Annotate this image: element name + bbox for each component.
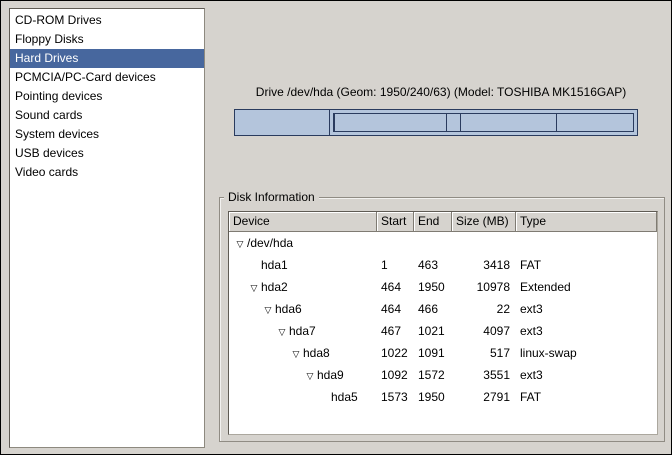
device-cell: ▽hda6 — [229, 298, 377, 320]
tree-expander-icon[interactable]: ▽ — [247, 277, 261, 298]
end-cell: 1950 — [414, 386, 452, 408]
tree-indent — [233, 400, 317, 401]
type-cell: FAT — [516, 386, 657, 408]
end-cell: 463 — [414, 254, 452, 276]
disk-information-frame: Disk Information Device Start End Size (… — [219, 197, 665, 442]
size-cell: 22 — [452, 298, 516, 320]
start-cell — [377, 232, 414, 254]
tree-indent — [233, 356, 289, 357]
end-cell: 1572 — [414, 364, 452, 386]
disk-information-table: Device Start End Size (MB) Type ▽/dev/hd… — [228, 211, 658, 435]
tree-indent — [233, 290, 247, 291]
sidebar-item-sound-cards[interactable]: Sound cards — [10, 106, 204, 125]
sidebar-item-usb-devices[interactable]: USB devices — [10, 144, 204, 163]
start-cell: 464 — [377, 298, 414, 320]
end-cell: 1091 — [414, 342, 452, 364]
device-cell: hda5 — [229, 386, 377, 408]
tree-indent — [233, 312, 261, 313]
type-cell: linux-swap — [516, 342, 657, 364]
column-header-size[interactable]: Size (MB) — [452, 212, 516, 232]
type-cell: ext3 — [516, 320, 657, 342]
device-cell: ▽hda8 — [229, 342, 377, 364]
table-header-row: Device Start End Size (MB) Type — [229, 212, 657, 232]
tree-indent — [233, 334, 275, 335]
table-row[interactable]: ▽hda9109215723551ext3 — [229, 364, 657, 386]
table-body: ▽/dev/hdahda114633418FAT▽hda246419501097… — [229, 232, 657, 408]
start-cell: 467 — [377, 320, 414, 342]
device-name: hda7 — [289, 324, 316, 338]
table-row[interactable]: ▽hda810221091517linux-swap — [229, 342, 657, 364]
end-cell — [414, 232, 452, 254]
type-cell: ext3 — [516, 298, 657, 320]
device-name: hda2 — [261, 280, 288, 294]
table-row[interactable]: ▽hda746710214097ext3 — [229, 320, 657, 342]
type-cell: FAT — [516, 254, 657, 276]
column-header-end[interactable]: End — [414, 212, 452, 232]
device-name: hda9 — [317, 368, 344, 382]
hardware-browser-window: CD-ROM DrivesFloppy DisksHard DrivesPCMC… — [0, 0, 672, 455]
type-cell: Extended — [516, 276, 657, 298]
size-cell: 10978 — [452, 276, 516, 298]
sidebar-item-cd-rom-drives[interactable]: CD-ROM Drives — [10, 11, 204, 30]
tree-indent — [233, 268, 247, 269]
size-cell: 517 — [452, 342, 516, 364]
table-row[interactable]: hda5 157319502791FAT — [229, 386, 657, 408]
tree-expander-icon[interactable]: ▽ — [289, 343, 303, 364]
device-name: /dev/hda — [247, 236, 293, 250]
device-name: hda6 — [275, 302, 302, 316]
size-cell — [452, 232, 516, 254]
tree-expander-icon[interactable]: ▽ — [303, 365, 317, 386]
device-cell: ▽hda2 — [229, 276, 377, 298]
device-name: hda5 — [331, 390, 358, 404]
type-cell: ext3 — [516, 364, 657, 386]
sidebar-item-floppy-disks[interactable]: Floppy Disks — [10, 30, 204, 49]
partition-bar — [234, 109, 638, 136]
partition-segment-hda7 — [335, 114, 446, 131]
partition-segment-extended — [330, 110, 637, 135]
tree-indent — [233, 378, 303, 379]
device-cell: ▽/dev/hda — [229, 232, 377, 254]
end-cell: 1950 — [414, 276, 452, 298]
sidebar-item-hard-drives[interactable]: Hard Drives — [10, 49, 204, 68]
tree-expander-icon[interactable]: ▽ — [261, 299, 275, 320]
sidebar-item-system-devices[interactable]: System devices — [10, 125, 204, 144]
tree-expander-icon[interactable]: ▽ — [275, 321, 289, 342]
device-name: hda8 — [303, 346, 330, 360]
start-cell: 1022 — [377, 342, 414, 364]
partition-segment-hda5 — [557, 114, 633, 131]
size-cell: 4097 — [452, 320, 516, 342]
size-cell: 3418 — [452, 254, 516, 276]
partition-segment-primary — [235, 110, 330, 135]
table-row[interactable]: hda1 14633418FAT — [229, 254, 657, 276]
device-cell: ▽hda9 — [229, 364, 377, 386]
start-cell: 1092 — [377, 364, 414, 386]
column-header-type[interactable]: Type — [516, 212, 657, 232]
start-cell: 1573 — [377, 386, 414, 408]
sidebar-item-video-cards[interactable]: Video cards — [10, 163, 204, 182]
device-category-list[interactable]: CD-ROM DrivesFloppy DisksHard DrivesPCMC… — [9, 8, 205, 448]
device-name: hda1 — [261, 258, 288, 272]
table-row[interactable]: ▽hda2464195010978Extended — [229, 276, 657, 298]
partition-segment-hda9 — [461, 114, 557, 131]
table-row[interactable]: ▽hda646446622ext3 — [229, 298, 657, 320]
size-cell: 3551 — [452, 364, 516, 386]
tree-expander-icon[interactable]: ▽ — [233, 233, 247, 254]
logical-partitions-wrap — [333, 113, 634, 132]
start-cell: 464 — [377, 276, 414, 298]
type-cell — [516, 232, 657, 254]
column-header-start[interactable]: Start — [377, 212, 414, 232]
partition-segment-hda8 — [447, 114, 461, 131]
sidebar-item-pointing-devices[interactable]: Pointing devices — [10, 87, 204, 106]
column-header-device[interactable]: Device — [229, 212, 377, 232]
device-cell: ▽hda7 — [229, 320, 377, 342]
end-cell: 1021 — [414, 320, 452, 342]
device-cell: hda1 — [229, 254, 377, 276]
size-cell: 2791 — [452, 386, 516, 408]
end-cell: 466 — [414, 298, 452, 320]
table-row[interactable]: ▽/dev/hda — [229, 232, 657, 254]
drive-title: Drive /dev/hda (Geom: 1950/240/63) (Mode… — [217, 85, 665, 99]
sidebar-item-pcmcia-pc-card-devices[interactable]: PCMCIA/PC-Card devices — [10, 68, 204, 87]
start-cell: 1 — [377, 254, 414, 276]
disk-information-label: Disk Information — [224, 190, 319, 205]
